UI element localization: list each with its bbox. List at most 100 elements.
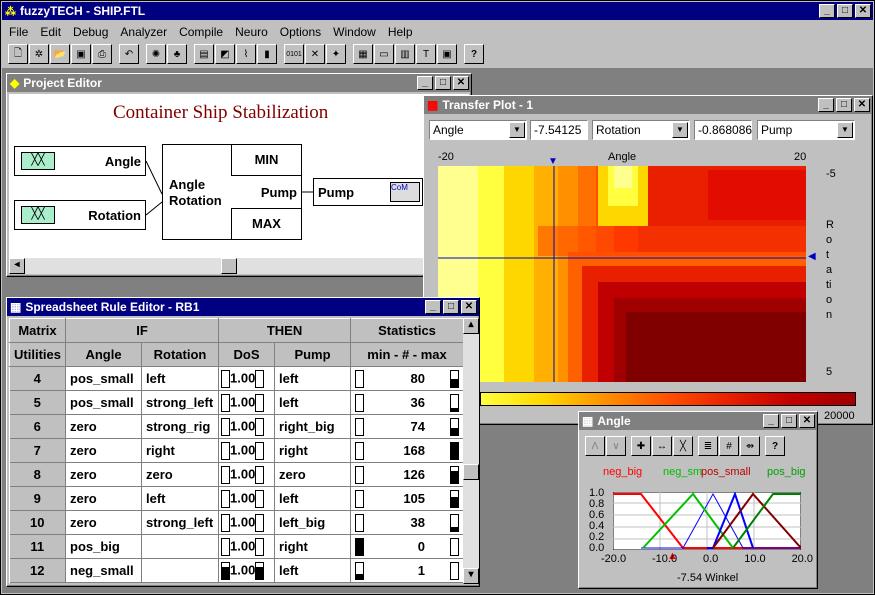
minimize-button[interactable]: _ (819, 4, 835, 18)
vertical-scrollbar[interactable]: ▴ ▾ (463, 318, 479, 584)
pi-icon[interactable]: ∨ (606, 436, 626, 456)
rule-row[interactable]: 10 zero strong_left 1.00 left_big 38 (9, 510, 465, 535)
menu-window[interactable]: Window (332, 24, 377, 40)
compute-icon[interactable]: ⇴ (740, 436, 760, 456)
scroll-thumb[interactable] (221, 258, 237, 274)
transfer-heatmap[interactable] (438, 166, 806, 382)
membership-plot[interactable] (613, 492, 801, 550)
rotation-cell[interactable]: strong_left (141, 390, 219, 415)
angle-cell[interactable]: zero (65, 414, 142, 439)
output-pump[interactable]: Pump CoM (313, 178, 423, 206)
rotation-cell[interactable] (141, 558, 219, 583)
dos-cell[interactable]: 1.00 (218, 486, 275, 511)
binary-icon[interactable]: 0101 (284, 44, 304, 64)
menu-help[interactable]: Help (387, 24, 414, 40)
dropdown-arrow-icon[interactable]: ▼ (837, 122, 853, 138)
pump-cell[interactable]: left (274, 558, 352, 583)
then-header[interactable]: THEN (217, 318, 352, 343)
matrix-header[interactable]: Matrix (9, 318, 66, 343)
close-button[interactable]: ✕ (855, 4, 871, 18)
text-icon[interactable]: T (416, 44, 436, 64)
rule-row[interactable]: 7 zero right 1.00 right 168 (9, 438, 465, 463)
dos-cell[interactable]: 1.00 (218, 558, 275, 583)
debug-icon[interactable]: ✺ (146, 44, 166, 64)
scroll-up-button[interactable]: ▴ (463, 318, 479, 334)
var-icon[interactable]: ▦ (353, 44, 373, 64)
rb-icon[interactable]: ▭ (374, 44, 394, 64)
row-number[interactable]: 9 (9, 486, 66, 511)
y-variable-select[interactable]: Rotation ▼ (592, 120, 690, 140)
help-icon[interactable]: ? (464, 44, 484, 64)
rotation-cell[interactable]: left (141, 486, 219, 511)
rule-block[interactable]: Angle Rotation MIN Pump MAX (162, 144, 302, 240)
pump-col-header[interactable]: Pump (273, 342, 352, 367)
row-number[interactable]: 4 (9, 366, 66, 391)
angle-cell[interactable]: zero (65, 510, 142, 535)
pump-cell[interactable]: left_big (274, 510, 352, 535)
close-button[interactable]: ✕ (854, 98, 870, 112)
scale-icon[interactable]: ↔ (652, 436, 672, 456)
print-icon[interactable]: ⎙ (92, 44, 112, 64)
wizard-icon[interactable]: ✲ (29, 44, 49, 64)
new-icon[interactable]: 🗋 (8, 44, 28, 64)
angle-cell[interactable]: pos_small (65, 366, 142, 391)
menu-edit[interactable]: Edit (39, 24, 62, 40)
minimize-button[interactable]: _ (425, 300, 441, 314)
menu-debug[interactable]: Debug (72, 24, 109, 40)
row-number[interactable]: 5 (9, 390, 66, 415)
menu-neuro[interactable]: Neuro (234, 24, 269, 40)
rule-row[interactable]: 8 zero zero 1.00 zero 126 (9, 462, 465, 487)
angle-cell[interactable]: zero (65, 486, 142, 511)
minimize-button[interactable]: _ (417, 76, 433, 90)
open-icon[interactable]: 📂 (50, 44, 70, 64)
plot-icon[interactable]: ▤ (194, 44, 214, 64)
dos-cell[interactable]: 1.00 (218, 510, 275, 535)
y-cursor-marker-icon[interactable]: ◀ (808, 251, 816, 262)
rule-row[interactable]: 4 pos_small left 1.00 left 80 (9, 366, 465, 391)
row-number[interactable]: 12 (9, 558, 66, 583)
menu-analyzer[interactable]: Analyzer (119, 24, 168, 40)
cluster-icon[interactable]: ✦ (326, 44, 346, 64)
term-label-neg-small[interactable]: neg_sm (663, 466, 702, 478)
rotation-cell[interactable]: strong_rig (141, 414, 219, 439)
pump-cell[interactable]: right_big (274, 414, 352, 439)
close-button[interactable]: ✕ (453, 76, 469, 90)
close-button[interactable]: ✕ (461, 300, 477, 314)
x-variable-select[interactable]: Angle ▼ (429, 120, 527, 140)
rule-row[interactable]: 11 pos_big 1.00 right 0 (9, 534, 465, 559)
row-number[interactable]: 7 (9, 438, 66, 463)
scroll-down-button[interactable]: ▾ (463, 568, 479, 584)
rule-row[interactable]: 12 neg_small 1.00 left 1 (9, 558, 465, 583)
help-icon[interactable]: ? (765, 436, 785, 456)
x-value-field[interactable]: -7.54125 (530, 120, 588, 140)
maximize-button[interactable]: □ (836, 98, 852, 112)
maximize-button[interactable]: □ (443, 300, 459, 314)
pump-cell[interactable]: left (274, 390, 352, 415)
dos-cell[interactable]: 1.00 (218, 462, 275, 487)
pump-cell[interactable]: right (274, 438, 352, 463)
close-button[interactable]: ✕ (799, 414, 815, 428)
x-cursor-marker-icon[interactable]: ▼ (548, 156, 558, 167)
dos-cell[interactable]: 1.00 (218, 438, 275, 463)
horizontal-scrollbar[interactable]: ◂ (9, 258, 469, 274)
scroll-left-button[interactable]: ◂ (9, 258, 25, 274)
rotation-cell[interactable]: zero (141, 462, 219, 487)
maximize-button[interactable]: □ (781, 414, 797, 428)
transfer-icon[interactable]: ◩ (215, 44, 235, 64)
angle-cell[interactable]: zero (65, 462, 142, 487)
menu-file[interactable]: File (8, 24, 29, 40)
term-label-pos-big[interactable]: pos_big (767, 466, 806, 478)
maximize-button[interactable]: □ (435, 76, 451, 90)
pump-cell[interactable]: left (274, 486, 352, 511)
trace-icon[interactable]: ♣ (167, 44, 187, 64)
dropdown-arrow-icon[interactable]: ▼ (672, 122, 688, 138)
statistics-icon[interactable]: ▮ (257, 44, 277, 64)
term-label-neg-big[interactable]: neg_big (603, 466, 642, 478)
dos-cell[interactable]: 1.00 (218, 414, 275, 439)
statistics-header[interactable]: Statistics (350, 318, 465, 343)
window-icon[interactable]: ▣ (437, 44, 457, 64)
list-icon[interactable]: ≣ (698, 436, 718, 456)
if-header[interactable]: IF (65, 318, 219, 343)
pump-cell[interactable]: left (274, 366, 352, 391)
new-term-icon[interactable]: ✚ (631, 436, 651, 456)
